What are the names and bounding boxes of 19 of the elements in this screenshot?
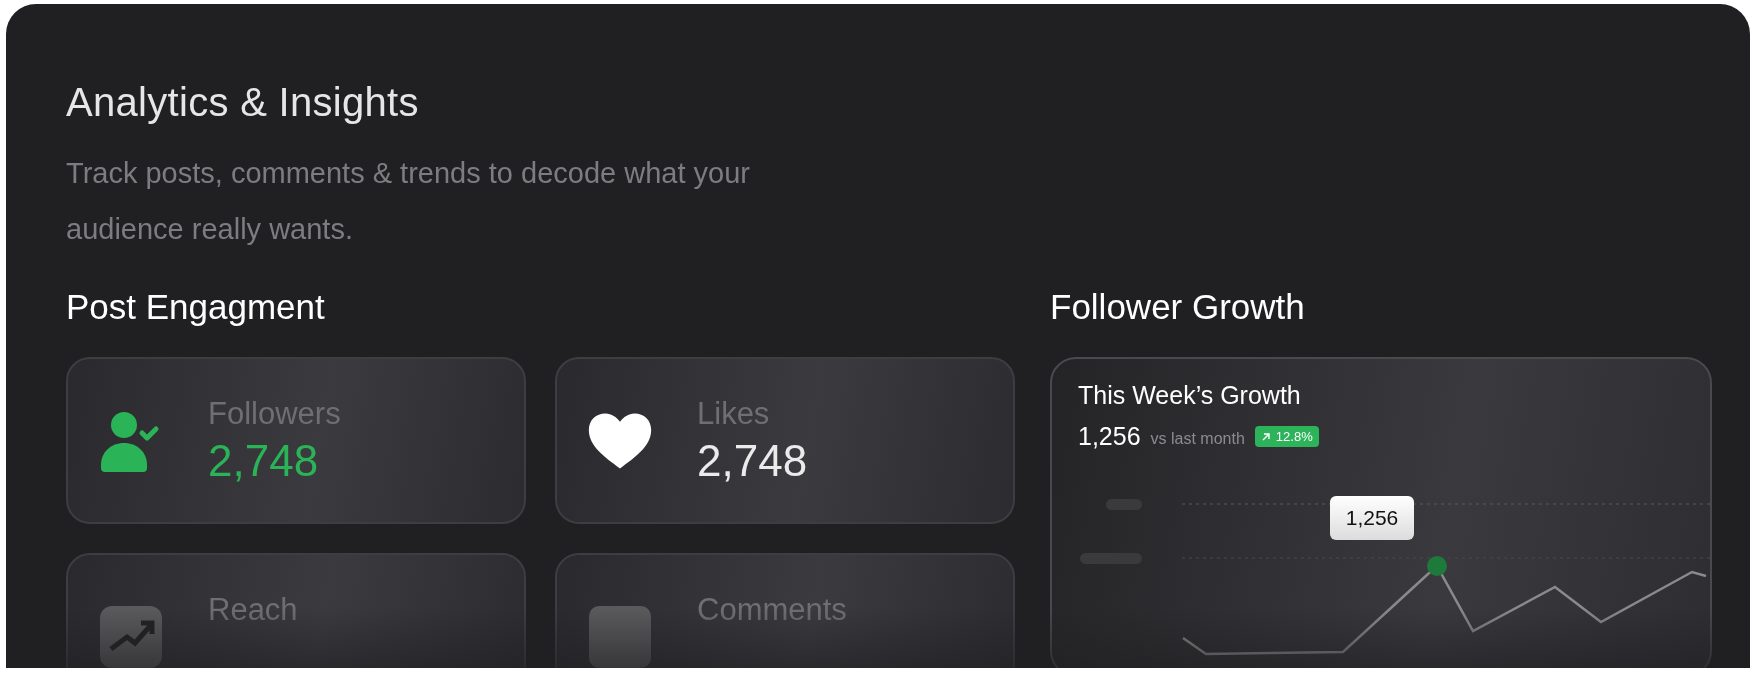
stat-card[interactable]: Reach (66, 553, 526, 668)
stat-value: 2,748 (697, 435, 808, 486)
stat-card[interactable]: Likes 2,748 (555, 357, 1015, 524)
page-title: Analytics & Insights (66, 80, 420, 125)
growth-value: 1,256 (1078, 422, 1141, 451)
stat-label: Followers (208, 395, 341, 432)
stat-card[interactable]: Followers 2,748 (66, 357, 526, 524)
section-title: Post Engagment (66, 287, 326, 328)
change-value: 12.8% (1275, 429, 1313, 444)
card-title: This Week’s Growth (1077, 381, 1302, 410)
page-subtitle: Track posts, comments & trends to decode what your audience really wants. (66, 156, 751, 247)
stat-label: Likes (697, 395, 771, 432)
comparison-text: vs last month (1150, 429, 1245, 448)
stat-label: Reach (208, 591, 298, 628)
chart-tooltip: 1,256 (1330, 496, 1414, 540)
stat-value: 2,748 (208, 435, 320, 486)
stat-card[interactable]: Comments (555, 553, 1015, 668)
section-title: Follower Growth (1050, 287, 1306, 328)
stat-label: Comments (697, 591, 847, 628)
